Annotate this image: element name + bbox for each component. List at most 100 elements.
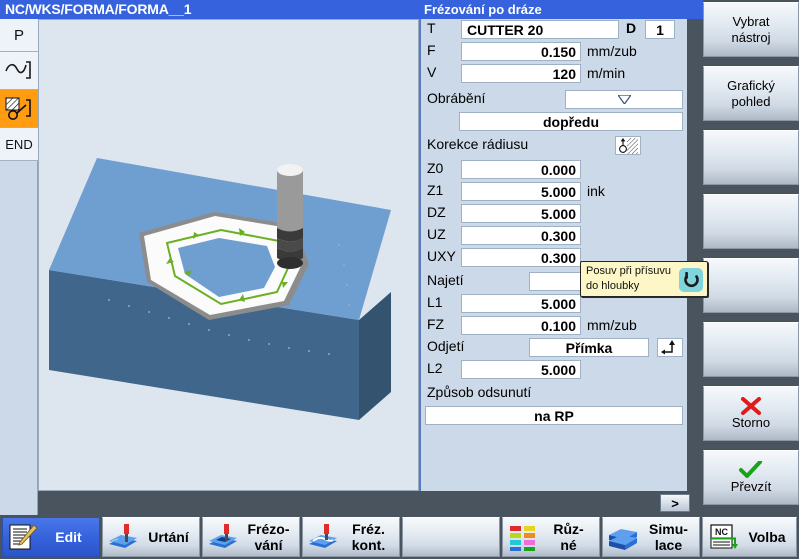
l2-input[interactable]: 5.000 <box>461 360 581 379</box>
milling-pocket-icon <box>206 522 240 552</box>
hkey-contour-milling-text: Fréz. kont. <box>340 521 399 553</box>
sidebar-item-program-start[interactable]: P <box>0 19 38 52</box>
nc-program-icon: NC <box>706 522 740 552</box>
feed-rotation-icon <box>683 271 699 287</box>
contour-milling-icon <box>306 522 340 552</box>
l1-input[interactable]: 5.000 <box>461 294 581 313</box>
tool-input[interactable]: CUTTER 20 <box>461 20 619 39</box>
direction-select[interactable]: dopředu <box>459 112 683 131</box>
form-row-fz: FZ 0.100 mm/zub <box>421 315 687 336</box>
softkey-select-tool[interactable]: Vybrat nástroj <box>703 2 799 57</box>
z1-label: Z1 <box>427 182 444 198</box>
tooltip-text: Posuv při přísuvu do hloubky <box>586 264 674 294</box>
retract-mode-icon-button[interactable] <box>657 338 683 357</box>
tooltip-icon-badge <box>679 268 703 292</box>
uz-input[interactable]: 0.300 <box>461 226 581 245</box>
form-bottom-chrome <box>419 491 687 515</box>
softkey-blank-3[interactable] <box>703 130 799 185</box>
red-x-icon <box>741 396 761 415</box>
uz-value: 0.300 <box>540 227 576 244</box>
hkey-selection-line1: Volba <box>748 529 786 545</box>
softkey-accept[interactable]: Převzít <box>703 450 799 505</box>
l2-value: 5.000 <box>540 361 576 378</box>
tool-value: CUTTER 20 <box>467 21 544 38</box>
fz-unit: mm/zub <box>587 317 637 333</box>
hkey-edit[interactable]: Edit <box>2 517 100 557</box>
dz-label: DZ <box>427 204 446 220</box>
form-row-radius-correction: Korekce rádiusu <box>421 135 687 156</box>
retract-mode-select[interactable]: na RP <box>425 406 683 425</box>
next-page-label: > <box>671 495 679 511</box>
green-check-icon <box>739 460 762 478</box>
hkey-milling-line1: Frézo- <box>247 521 290 537</box>
radius-correction-label: Korekce rádiusu <box>427 136 529 152</box>
left-program-strip: P END <box>0 19 38 515</box>
hkey-drilling-line1: Urtání <box>148 529 189 545</box>
horizontal-softkey-bar: Edit Urtání Frézo- vání Fréz. kont. Růz-… <box>0 515 799 559</box>
hkey-selection-text: Volba <box>740 529 796 545</box>
hkey-simulation-line2: lace <box>654 537 683 553</box>
l1-label: L1 <box>427 294 443 310</box>
sidebar-item-path-milling[interactable] <box>0 90 38 128</box>
softkey-cancel-label: Storno <box>731 414 771 430</box>
svg-text:NC: NC <box>715 527 728 537</box>
hkey-drilling[interactable]: Urtání <box>102 517 200 557</box>
speed-unit: m/min <box>587 65 626 81</box>
machining-label: Obrábění <box>427 90 486 106</box>
retract-label: Odjetí <box>427 338 465 354</box>
tool-offset-value: 1 <box>656 21 664 38</box>
next-page-button[interactable]: > <box>660 494 690 512</box>
form-row-retract: Odjetí Přímka <box>421 337 687 358</box>
hkey-simulation[interactable]: Simu- lace <box>602 517 700 557</box>
hkey-milling-line2: vání <box>254 537 283 553</box>
vertical-softkey-bar: Vybrat nástroj Grafický pohled Storno Př… <box>703 0 799 515</box>
retract-select[interactable]: Přímka <box>529 338 649 357</box>
radius-correction-select[interactable] <box>615 136 641 155</box>
l1-value: 5.000 <box>540 295 576 312</box>
softkey-select-tool-line1: Vybrat <box>732 13 770 29</box>
softkey-cancel[interactable]: Storno <box>703 386 799 441</box>
softkey-blank-6[interactable] <box>703 322 799 377</box>
softkey-graphic-view-line1: Grafický <box>727 77 775 93</box>
fz-input[interactable]: 0.100 <box>461 316 581 335</box>
dz-value: 5.000 <box>540 205 576 222</box>
simulation-graphic-view[interactable] <box>38 19 419 491</box>
softkey-blank-4[interactable] <box>703 194 799 249</box>
uxy-input[interactable]: 0.300 <box>461 248 581 267</box>
softkey-blank-5[interactable] <box>703 258 799 313</box>
hkey-various[interactable]: Růz- né <box>502 517 600 557</box>
hkey-edit-text: Edit <box>40 529 99 545</box>
edit-pencil-icon <box>6 522 40 552</box>
dz-input[interactable]: 5.000 <box>461 204 581 223</box>
z0-input[interactable]: 0.000 <box>461 160 581 179</box>
feed-input[interactable]: 0.150 <box>461 42 581 61</box>
path-milling-icon <box>5 97 31 120</box>
z1-unit: ink <box>587 183 605 199</box>
hkey-spacer[interactable] <box>402 517 500 557</box>
hkey-contour-milling-line2: kont. <box>351 537 386 553</box>
tool-offset-input[interactable]: 1 <box>645 20 675 39</box>
hkey-milling[interactable]: Frézo- vání <box>202 517 300 557</box>
retract-mode-value: na RP <box>534 407 574 424</box>
form-row-retract-mode: na RP <box>421 405 687 426</box>
feed-value: 0.150 <box>540 43 576 60</box>
z0-label: Z0 <box>427 160 444 176</box>
softkey-graphic-view[interactable]: Grafický pohled <box>703 66 799 121</box>
machining-select[interactable] <box>565 90 683 109</box>
form-row-tool: T CUTTER 20 D 1 <box>421 19 687 40</box>
hkey-various-text: Růz- né <box>540 521 599 553</box>
color-grid-icon <box>506 522 540 552</box>
form-row-speed: V 120 m/min <box>421 63 687 84</box>
speed-input[interactable]: 120 <box>461 64 581 83</box>
end-marker-label: END <box>5 136 33 152</box>
approach-label: Najetí <box>427 272 464 288</box>
sidebar-item-program-end[interactable]: END <box>0 128 38 161</box>
z1-input[interactable]: 5.000 <box>461 182 581 201</box>
hkey-simulation-text: Simu- lace <box>640 521 699 553</box>
sidebar-item-contour[interactable] <box>0 52 38 90</box>
contour-path-icon <box>5 60 31 79</box>
hkey-milling-text: Frézo- vání <box>240 521 299 553</box>
retract-value: Přímka <box>565 339 613 356</box>
hkey-selection[interactable]: NC Volba <box>702 517 797 557</box>
hkey-contour-milling[interactable]: Fréz. kont. <box>302 517 400 557</box>
